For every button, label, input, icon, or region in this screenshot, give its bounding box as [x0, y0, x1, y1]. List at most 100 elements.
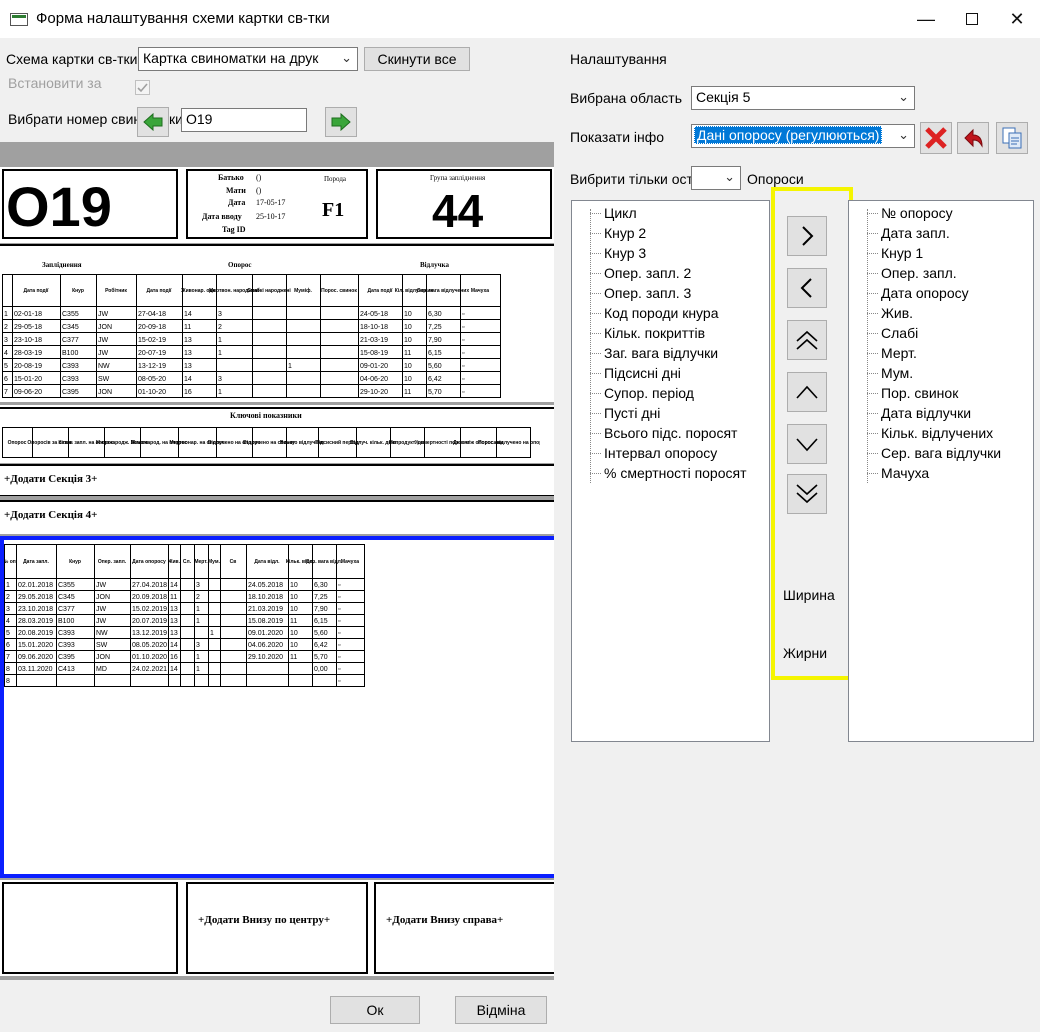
set-for-checkbox[interactable]	[135, 80, 150, 95]
available-fields-tree[interactable]: Цикл Кнур 2 Кнур 3 Опер. запл. 2 Опер. запл.…	[571, 200, 770, 742]
t1-cell: 1	[4, 311, 8, 318]
maximize-button[interactable]	[949, 0, 995, 38]
t1-header-cell: Дата події	[368, 288, 394, 294]
t1-cell: 20-07-19	[138, 350, 166, 357]
tree-item[interactable]: Дата запл.	[849, 223, 1033, 243]
big-number-box: O19	[2, 169, 178, 239]
t1-cell: 1	[218, 389, 222, 396]
add-section-3[interactable]: +Додати Секція 3+	[0, 464, 554, 496]
show-info-combo[interactable]: Дані опоросу (регулюються) ⌄	[691, 124, 915, 148]
bottom-center-box[interactable]: +Додати Внизу по центру+	[186, 882, 368, 974]
show-info-label: Показати інфо	[570, 129, 665, 145]
date-value: 17-05-17	[256, 198, 286, 207]
tree-item[interactable]: Слабі	[849, 323, 1033, 343]
tree-item[interactable]: Опер. запл. 3	[572, 283, 769, 303]
close-button[interactable]: ✕	[994, 0, 1040, 38]
cancel-button[interactable]: Відміна	[455, 996, 547, 1024]
t1-cell: 4	[4, 350, 8, 357]
t1-cell: 5,60	[428, 363, 442, 370]
tree-item[interactable]: Кільк. покриттів	[572, 323, 769, 343]
bottom-left-box[interactable]	[2, 882, 178, 974]
t1-cell: 6,15	[428, 350, 442, 357]
t2-cell: 09.01.2020	[248, 630, 283, 637]
tree-item[interactable]: Всього підс. поросят	[572, 423, 769, 443]
move-right-button[interactable]	[787, 216, 827, 256]
tree-item[interactable]: Пусті дні	[572, 403, 769, 423]
t1-cell: 18-10-18	[360, 324, 388, 331]
move-bottom-button[interactable]	[787, 474, 827, 514]
tree-item[interactable]: Супор. період	[572, 383, 769, 403]
copy-button[interactable]	[996, 122, 1028, 154]
tree-item[interactable]: Код породи кнура	[572, 303, 769, 323]
undo-button[interactable]	[957, 122, 989, 154]
t2-header-cell: Сл.	[183, 559, 192, 565]
tree-item[interactable]: Кнур 3	[572, 243, 769, 263]
reset-all-button[interactable]: Скинути все	[364, 47, 470, 71]
t1-cell: JW	[98, 311, 109, 318]
delete-button[interactable]	[920, 122, 952, 154]
section-5-selected[interactable]: № оп. Дата запл. Кнур Опер. запл. Дата опоро…	[0, 536, 554, 878]
t1-cell: 2	[4, 324, 8, 331]
minimize-button[interactable]: —	[903, 0, 949, 38]
tree-item[interactable]: Кнур 1	[849, 243, 1033, 263]
move-top-button[interactable]	[787, 320, 827, 360]
tree-item[interactable]: Підсисні дні	[572, 363, 769, 383]
t2-header-cell: Кнур	[69, 559, 81, 565]
key-indicators-title: Ключові показники	[230, 411, 302, 420]
tree-item[interactable]: Дата опоросу	[849, 283, 1033, 303]
tree-item[interactable]: Сер. вага відлучки	[849, 443, 1033, 463]
t1-cell: 2	[218, 324, 222, 331]
selected-area-combo[interactable]: Секція 5 ⌄	[691, 86, 915, 110]
filter-combo[interactable]: ⌄	[691, 166, 741, 190]
tree-item[interactable]: Заг. вага відлучки	[572, 343, 769, 363]
t1-cell: 20-08-19	[14, 363, 42, 370]
t1-cell: C345	[62, 324, 79, 331]
window-title: Форма налаштування схеми картки св-тки	[36, 10, 330, 27]
schema-label: Схема картки св-тки	[6, 51, 138, 67]
tree-item[interactable]: % смертності поросят	[572, 463, 769, 483]
move-up-button[interactable]	[787, 372, 827, 412]
tree-item[interactable]: Опер. запл.	[849, 263, 1033, 283]
selected-fields-tree[interactable]: № опоросу Дата запл. Кнур 1 Опер. запл. Дата…	[848, 200, 1034, 742]
tree-item[interactable]: Мум.	[849, 363, 1033, 383]
t1-cell: 02-01-18	[14, 311, 42, 318]
t1-cell: 24-05-18	[360, 311, 388, 318]
sow-number-input[interactable]: O19	[181, 108, 307, 132]
t1-cell: JON	[98, 389, 112, 396]
tree-item[interactable]: № опоросу	[849, 203, 1033, 223]
previous-sow-button[interactable]	[137, 107, 169, 137]
arrow-right-icon	[331, 113, 351, 131]
move-left-button[interactable]	[787, 268, 827, 308]
t1-cell: 21-03-19	[360, 337, 388, 344]
settings-label: Налаштування	[570, 51, 667, 67]
bottom-right-box[interactable]: +Додати Внизу справа+	[374, 882, 554, 974]
filter-tail-label: Опороси	[747, 171, 804, 187]
t2-cell: 3	[6, 606, 10, 613]
ok-button[interactable]: Ок	[330, 996, 420, 1024]
tree-item[interactable]: Мерт.	[849, 343, 1033, 363]
t2-cell: 7,90	[314, 606, 328, 613]
delete-x-icon	[925, 127, 947, 149]
t1-cell: 6	[4, 376, 8, 383]
tree-item[interactable]: Пор. свинок	[849, 383, 1033, 403]
tree-item[interactable]: Жив.	[849, 303, 1033, 323]
move-down-button[interactable]	[787, 424, 827, 464]
add-section-4[interactable]: +Додати Секція 4+	[0, 500, 554, 534]
tree-item[interactable]: Мачуха	[849, 463, 1033, 483]
t1-cell: JON	[98, 324, 112, 331]
tree-item[interactable]: Цикл	[572, 203, 769, 223]
t2-cell: 20.07.2019	[132, 618, 167, 625]
t2-cell: 6,30	[314, 582, 328, 589]
t1-cell: ▫	[462, 311, 464, 318]
tree-item[interactable]: Кільк. відлучених	[849, 423, 1033, 443]
next-sow-button[interactable]	[325, 107, 357, 137]
tree-item[interactable]: Кнур 2	[572, 223, 769, 243]
t1-cell: C377	[62, 337, 79, 344]
key-indicators-section: Ключові показники Опорос Опоросів за сезо…	[0, 405, 554, 463]
tree-item[interactable]: Дата відлучки	[849, 403, 1033, 423]
tree-item[interactable]: Опер. запл. 2	[572, 263, 769, 283]
t2-cell: 2	[196, 594, 200, 601]
schema-combo[interactable]: Картка свиноматки на друк ⌄	[138, 47, 358, 71]
section-1: Запліднення Опорос Відлучка Дата події Кн…	[0, 244, 554, 402]
tree-item[interactable]: Інтервал опоросу	[572, 443, 769, 463]
